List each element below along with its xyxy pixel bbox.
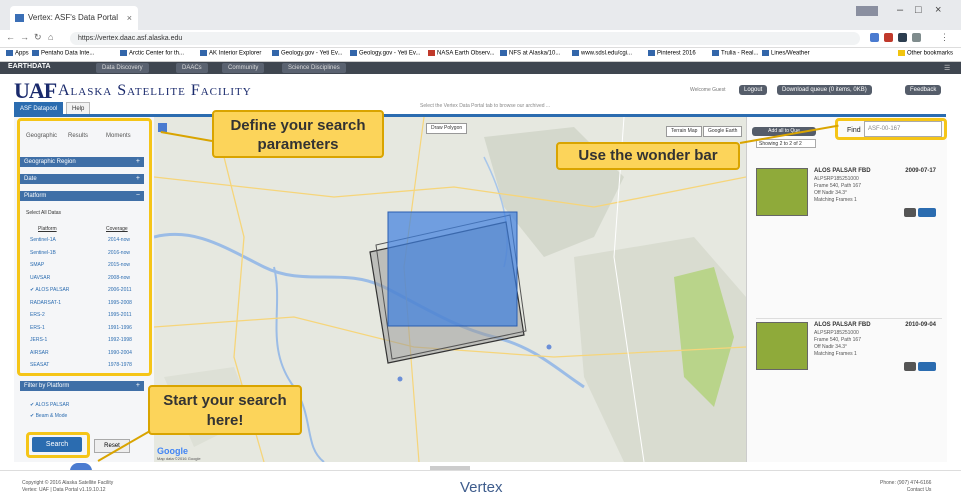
footer-brand: Vertex [460, 479, 503, 496]
result-item[interactable]: ALOS PALSAR FBD ALPSRP185251000 Frame 54… [756, 322, 942, 382]
callout-wonder-bar: Use the wonder bar [556, 142, 740, 170]
result-nadir: Off Nadir 34.3° [814, 344, 848, 350]
terrain-map-button[interactable]: Terrain Map [666, 126, 703, 137]
result-date: 2009-07-17 [905, 168, 936, 174]
browser-tab-strip [0, 0, 961, 30]
menu-icon[interactable]: ⋮ [940, 32, 949, 43]
bookmark[interactable]: NASA Earth Observ... [428, 50, 495, 57]
result-title: ALOS PALSAR FBD [814, 168, 871, 174]
reload-icon[interactable]: ↻ [34, 32, 42, 43]
result-title: ALOS PALSAR FBD [814, 322, 871, 328]
result-id: ALPSRP185251000 [814, 176, 859, 182]
bookmark[interactable]: Lines/Weather [762, 50, 810, 57]
result-count-select[interactable]: Showing 2 to 2 of 2 [756, 139, 816, 148]
wonder-bar-highlight [835, 118, 947, 140]
result-divider [756, 318, 942, 319]
result-frame: Frame 540, Path 167 [814, 183, 861, 189]
phone-text: Phone: (907) 474-6166 [880, 480, 932, 486]
bookmark[interactable]: Trulia - Real... [712, 50, 758, 57]
expand-icon: + [135, 382, 140, 389]
download-queue-button[interactable]: Download queue (0 items, 0KB) [777, 85, 872, 95]
window-close-icon[interactable]: × [935, 4, 941, 16]
result-thumbnail [756, 168, 808, 216]
bookmark[interactable]: Arctic Center for th... [120, 50, 184, 57]
url-text: https://vertex.daac.asf.alaska.edu [78, 35, 183, 42]
footer-contact: Phone: (907) 474-6166 Contact Us [880, 480, 931, 494]
bookmark[interactable]: Pinterest 2016 [648, 50, 696, 57]
contact-link[interactable]: Contact Us [907, 487, 932, 493]
forward-icon[interactable]: → [20, 32, 29, 42]
bookmark-other[interactable]: Other bookmarks [898, 50, 953, 57]
browser-tab[interactable]: Vertex: ASF's Data Portal × [10, 6, 138, 30]
result-matching: Matching Frames 1 [814, 197, 857, 203]
search-area-box [387, 211, 518, 327]
search-button-highlight [26, 432, 90, 458]
maximize-icon[interactable]: □ [915, 4, 922, 16]
site-title: Alaska Satellite Facility [58, 82, 252, 99]
favicon-icon [15, 14, 24, 22]
footer-copyright: Copyright © 2016 Alaska Satellite Facili… [22, 480, 113, 494]
result-item[interactable]: ALOS PALSAR FBD ALPSRP185251000 Frame 54… [756, 168, 942, 228]
logout-button[interactable]: Logout [739, 85, 768, 95]
nav-daacs[interactable]: DAACs [176, 63, 208, 73]
result-id: ALPSRP185251000 [814, 330, 859, 336]
url-input[interactable]: https://vertex.daac.asf.alaska.edu [70, 32, 860, 45]
nav-community[interactable]: Community [222, 63, 265, 73]
search-params-highlight [17, 118, 152, 376]
feedback-button[interactable]: Feedback [905, 85, 942, 95]
status-text: Vertex: UAF | Data Portal v1.19.10.12 [22, 487, 106, 493]
earthdata-logo[interactable]: EARTHDATA [8, 63, 51, 70]
bookmark[interactable]: Geology.gov - Yeti Ev... [272, 50, 342, 57]
nav-data-discovery[interactable]: Data Discovery [96, 63, 149, 73]
result-frame: Frame 540, Path 167 [814, 337, 861, 343]
result-matching: Matching Frames 1 [814, 351, 857, 357]
bookmark[interactable]: www.sdsl.edu/cgi... [572, 50, 632, 57]
home-icon[interactable]: ⌂ [48, 32, 53, 42]
bookmark[interactable]: Pentaho Data Inte... [32, 50, 94, 57]
nav-science-disciplines[interactable]: Science Disciplines [282, 63, 346, 73]
filter-link-beam[interactable]: ✔ Beam & Mode [30, 413, 67, 419]
close-tab-icon[interactable]: × [127, 6, 132, 30]
bookmark[interactable]: AK Interior Explorer [200, 50, 261, 57]
info-line: Select the Vertex Data Portal tab to bro… [420, 103, 551, 109]
extension-icon[interactable] [884, 33, 893, 42]
filter-by-platform-bar[interactable]: Filter by Platform + [20, 381, 144, 391]
bookmark[interactable]: Geology.gov - Yeti Ev... [350, 50, 420, 57]
result-thumbnail [756, 322, 808, 370]
result-date: 2010-09-04 [905, 322, 936, 328]
result-info-button[interactable] [904, 208, 916, 217]
result-nadir: Off Nadir 34.3° [814, 190, 848, 196]
result-info-button[interactable] [904, 362, 916, 371]
map-marker [546, 344, 552, 350]
bookmark[interactable]: Apps [6, 50, 29, 57]
google-logo: Google [157, 446, 188, 456]
callout-start-search: Start your search here! [148, 385, 302, 435]
result-download-button[interactable] [918, 362, 936, 371]
draw-polygon-button[interactable]: Draw Polygon [426, 123, 468, 134]
extension-icon[interactable] [870, 33, 879, 42]
grid-menu-icon[interactable]: ☰ [944, 64, 950, 72]
bookmark[interactable]: NFS at Alaska/10... [500, 50, 560, 57]
callout-define-parameters: Define your search parameters [212, 110, 384, 158]
back-icon[interactable]: ← [6, 32, 15, 42]
filter-title: Filter by Platform [24, 383, 70, 389]
copyright-text: Copyright © 2016 Alaska Satellite Facili… [22, 480, 114, 486]
extension-icon[interactable] [898, 33, 907, 42]
uaf-logo: UAF [14, 78, 57, 103]
welcome-text: Welcome Guest [690, 87, 726, 93]
google-earth-button[interactable]: Google Earth [703, 126, 743, 137]
filter-link-alos[interactable]: ✔ ALOS PALSAR [30, 402, 69, 408]
browser-tab-title: Vertex: ASF's Data Portal [28, 13, 119, 22]
profile-button[interactable] [856, 6, 878, 16]
minimize-icon[interactable]: – [897, 4, 903, 16]
result-download-button[interactable] [918, 208, 936, 217]
extension-icon[interactable] [912, 33, 921, 42]
map-data-credit: Map data ©2016 Google [157, 456, 201, 461]
map-marker [397, 376, 403, 382]
